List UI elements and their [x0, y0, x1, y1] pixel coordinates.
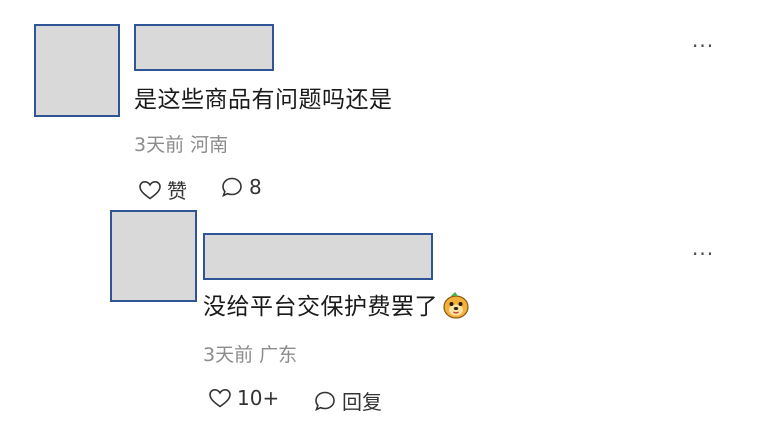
comment-text-line: 没给平台交保护费罢了: [203, 287, 471, 326]
heart-icon: [138, 178, 162, 202]
avatar[interactable]: [110, 210, 197, 302]
username[interactable]: [203, 233, 433, 280]
comment-location: 广东: [259, 344, 298, 366]
doge-emoji-icon: [441, 290, 471, 326]
more-options-button[interactable]: ···: [692, 34, 714, 58]
avatar[interactable]: [34, 24, 120, 117]
comment-location: 河南: [190, 134, 229, 156]
more-options-button[interactable]: ···: [692, 242, 714, 266]
comment-text: 没给平台交保护费罢了: [203, 294, 438, 320]
comment-meta: 3天前 河南: [134, 130, 228, 157]
heart-icon: [208, 386, 232, 410]
username[interactable]: [134, 24, 274, 71]
reply-button[interactable]: 8: [220, 175, 262, 199]
reply-label: 回复: [342, 390, 382, 414]
like-button[interactable]: 10+: [208, 386, 279, 410]
like-button[interactable]: 赞: [138, 175, 187, 204]
comment-text: 是这些商品有问题吗还是: [134, 87, 393, 113]
comment-meta: 3天前 广东: [203, 340, 297, 367]
comment-time: 3天前: [134, 134, 185, 156]
reply-button[interactable]: 回复: [313, 386, 382, 415]
comment-time: 3天前: [203, 344, 254, 366]
like-count: 10+: [237, 386, 280, 410]
reply-count: 8: [249, 175, 262, 199]
like-label: 赞: [167, 179, 187, 203]
comment-bubble-icon: [220, 175, 244, 199]
comment-bubble-icon: [313, 389, 337, 413]
